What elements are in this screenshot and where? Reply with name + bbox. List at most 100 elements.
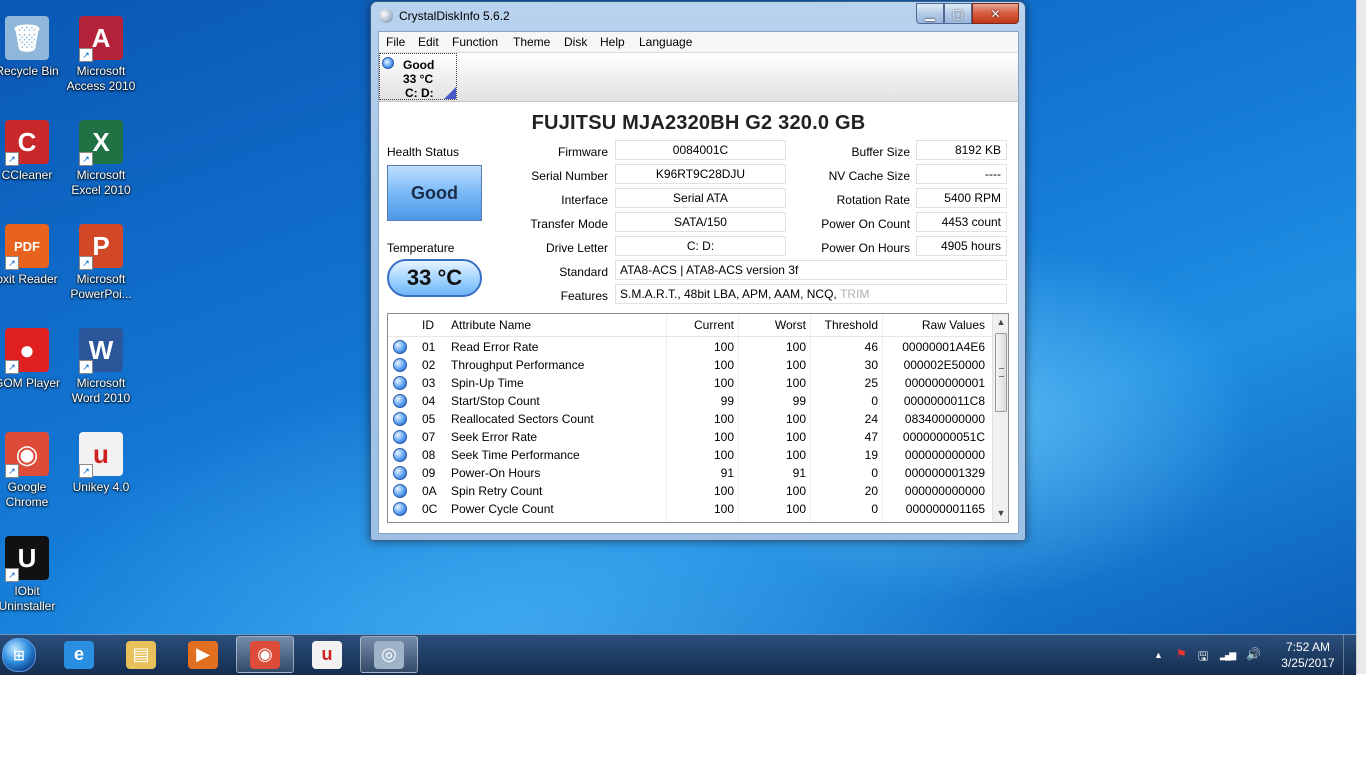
oxit-reader-icon: PDF ↗ <box>5 224 49 270</box>
cell-current: 100 <box>713 430 734 444</box>
taskbar-button-crystaldiskinfo[interactable]: ◎ <box>360 636 418 673</box>
status-good-icon <box>393 484 407 498</box>
desktop-icon-microsoft-excel-2010[interactable]: X ↗ Microsoft Excel 2010 <box>62 120 140 198</box>
desktop-icon-oxit-reader[interactable]: PDF ↗ oxit Reader <box>0 224 66 287</box>
app-disk-icon <box>379 9 393 23</box>
status-good-icon <box>393 466 407 480</box>
cell-raw: 083400000000 <box>904 412 985 426</box>
transfer-mode-value: SATA/150 <box>615 212 786 232</box>
temperature-label: Temperature <box>387 241 455 255</box>
table-row[interactable]: 02 Throughput Performance 100 100 30 000002E5… <box>388 356 992 374</box>
show-desktop-button[interactable] <box>1343 635 1357 675</box>
safely-remove-device-icon[interactable]: 🖫 <box>1198 647 1208 668</box>
clock-date[interactable]: 3/25/2017 <box>1275 656 1341 670</box>
title-bar[interactable]: CrystalDiskInfo 5.6.2 ▁ ▢ ✕ <box>371 2 1025 30</box>
cell-current: 100 <box>713 448 734 462</box>
taskbar-button-google-chrome[interactable]: ◉ <box>236 636 294 673</box>
google-chrome-icon: ◉ <box>250 640 280 669</box>
col-current[interactable]: Current <box>667 318 734 332</box>
desktop-icon-iobit-uninstaller[interactable]: U ↗ IObit Uninstaller <box>0 536 66 614</box>
smart-table-scrollbar[interactable]: ▲ ▼ <box>992 314 1008 522</box>
power-on-count-label: Power On Count <box>821 217 910 231</box>
table-row[interactable]: 04 Start/Stop Count 99 99 0 0000000011C8 <box>388 392 992 410</box>
desktop-icon-label: oxit Reader <box>0 272 58 286</box>
desktop-icon-label: Microsoft PowerPoi... <box>70 272 132 301</box>
desktop-icon-ccleaner[interactable]: C ↗ CCleaner <box>0 120 66 183</box>
window-client-area: File Edit Function Theme Disk Help Langu… <box>378 31 1019 534</box>
scroll-down-arrow-icon[interactable]: ▼ <box>993 505 1008 521</box>
desktop-icon-google-chrome[interactable]: ◉ ↗ Google Chrome <box>0 432 66 510</box>
disk-selector-bar: Good 33 °C C: D: <box>379 53 1018 102</box>
desktop-icon-recycle-bin[interactable]: 🗑 Recycle Bin <box>0 16 66 79</box>
cell-threshold: 25 <box>864 376 878 390</box>
col-id[interactable]: ID <box>422 318 434 332</box>
shortcut-arrow-icon: ↗ <box>79 152 93 166</box>
menu-theme[interactable]: Theme <box>513 35 550 49</box>
rotation-rate-value: 5400 RPM <box>916 188 1007 208</box>
page-scrollbar[interactable] <box>1356 0 1366 674</box>
scroll-up-arrow-icon[interactable]: ▲ <box>993 314 1008 330</box>
desktop-icon-label: CCleaner <box>1 168 53 182</box>
power-on-count-value: 4453 count <box>916 212 1007 232</box>
col-threshold[interactable]: Threshold <box>811 318 878 332</box>
col-attribute-name[interactable]: Attribute Name <box>451 318 531 332</box>
table-row[interactable]: 08 Seek Time Performance 100 100 19 000000000… <box>388 446 992 464</box>
table-row[interactable]: 01 Read Error Rate 100 100 46 00000001A4E6 <box>388 338 992 356</box>
col-raw-values[interactable]: Raw Values <box>883 318 985 332</box>
clock-time[interactable]: 7:52 AM <box>1283 640 1333 654</box>
volume-icon[interactable]: 🔊 <box>1246 647 1261 661</box>
status-good-icon <box>393 502 407 516</box>
table-row[interactable]: 0C Power Cycle Count 100 100 0 000000001165 <box>388 500 992 518</box>
desktop-icon-microsoft-powerpoi[interactable]: P ↗ Microsoft PowerPoi... <box>62 224 140 302</box>
table-row[interactable]: 09 Power-On Hours 91 91 0 000000001329 <box>388 464 992 482</box>
taskbar-button-media-player[interactable]: ▶ <box>174 636 232 673</box>
menu-function[interactable]: Function <box>452 35 498 49</box>
start-button[interactable]: ⊞ <box>0 635 38 675</box>
desktop-icon-unikey-4-0[interactable]: u ↗ Unikey 4.0 <box>62 432 140 495</box>
gom-player-icon: ● ↗ <box>5 328 49 374</box>
network-signal-icon[interactable]: ▂▄▆ <box>1220 650 1236 661</box>
status-good-icon <box>393 340 407 354</box>
cell-threshold: 20 <box>864 484 878 498</box>
table-row[interactable]: 0A Spin Retry Count 100 100 20 000000000000 <box>388 482 992 500</box>
menu-language[interactable]: Language <box>639 35 692 49</box>
disk-tab[interactable]: Good 33 °C C: D: <box>379 53 457 100</box>
table-row[interactable]: 07 Seek Error Rate 100 100 47 00000000051C <box>388 428 992 446</box>
cell-name: Reallocated Sectors Count <box>451 412 594 426</box>
taskbar-button-file-explorer[interactable]: ▤ <box>112 636 170 673</box>
desktop-icon-label: Recycle Bin <box>0 64 59 78</box>
show-hidden-icons-icon[interactable]: ▲ <box>1154 650 1163 660</box>
close-button[interactable]: ✕ <box>972 3 1019 24</box>
cell-current: 100 <box>713 340 734 354</box>
desktop-icon-gom-player[interactable]: ● ↗ GOM Player <box>0 328 66 391</box>
maximize-button[interactable]: ▢ <box>944 3 972 24</box>
desktop-icon-microsoft-word-2010[interactable]: W ↗ Microsoft Word 2010 <box>62 328 140 406</box>
menu-help[interactable]: Help <box>600 35 625 49</box>
status-good-icon <box>393 412 407 426</box>
features-disabled: TRIM <box>840 287 870 301</box>
minimize-button[interactable]: ▁ <box>916 3 944 24</box>
taskbar-button-unikey[interactable]: u <box>298 636 356 673</box>
action-center-flag-icon[interactable]: ⚑ <box>1176 647 1187 661</box>
table-row[interactable]: 03 Spin-Up Time 100 100 25 000000000001 <box>388 374 992 392</box>
table-row[interactable]: 05 Reallocated Sectors Count 100 100 24 08340… <box>388 410 992 428</box>
menu-disk[interactable]: Disk <box>564 35 587 49</box>
status-good-icon <box>393 358 407 372</box>
scroll-thumb[interactable] <box>995 333 1007 412</box>
notification-area: ▲ ⚑ 🖫 ▂▄▆ 🔊 <box>1148 635 1288 675</box>
cell-threshold: 0 <box>871 466 878 480</box>
taskbar-button-internet-explorer[interactable]: e <box>50 636 108 673</box>
cell-id: 0C <box>422 502 438 516</box>
cell-raw: 00000000051C <box>902 430 985 444</box>
health-status-button[interactable]: Good <box>387 165 482 221</box>
crystaldiskinfo-window: CrystalDiskInfo 5.6.2 ▁ ▢ ✕ File Edit Fu… <box>370 1 1026 541</box>
cell-worst: 99 <box>792 394 806 408</box>
cell-raw: 000000001329 <box>904 466 985 480</box>
cell-threshold: 30 <box>864 358 878 372</box>
menu-edit[interactable]: Edit <box>418 35 439 49</box>
features-label: Features <box>560 289 608 303</box>
menu-file[interactable]: File <box>386 35 405 49</box>
desktop-icon-microsoft-access-2010[interactable]: A ↗ Microsoft Access 2010 <box>62 16 140 94</box>
col-worst[interactable]: Worst <box>739 318 806 332</box>
cell-id: 0A <box>422 484 437 498</box>
